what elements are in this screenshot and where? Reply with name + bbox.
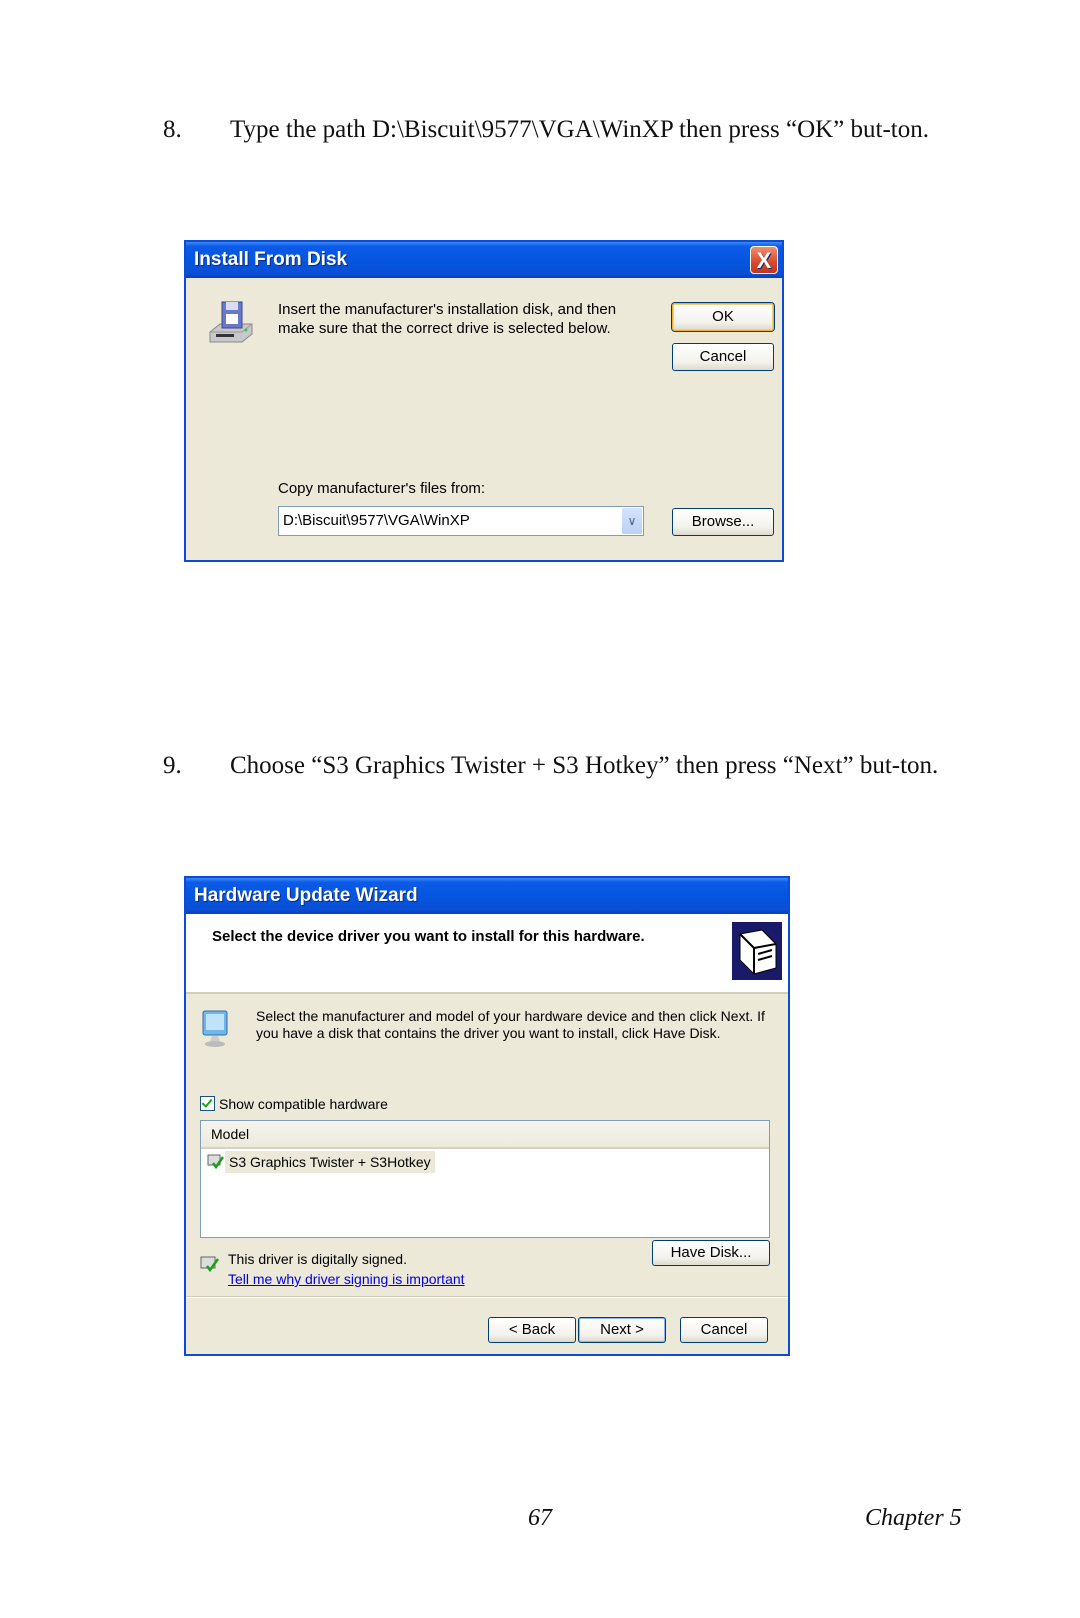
- model-list[interactable]: Model S3 Graphics Twister + S3Hotkey: [200, 1120, 770, 1238]
- step-number: 8.: [163, 116, 182, 143]
- cancel-button[interactable]: Cancel: [672, 343, 774, 371]
- path-value: D:\Biscuit\9577\VGA\WinXP: [283, 512, 470, 529]
- step-8: 8. Type the path D:\Biscuit\9577\VGA\Win…: [163, 114, 963, 146]
- dialog-title: Install From Disk: [194, 249, 348, 270]
- browse-button[interactable]: Browse...: [672, 508, 774, 536]
- step-text: Type the path D:\Biscuit\9577\VGA\WinXP …: [230, 116, 929, 143]
- checkbox-label: Show compatible hardware: [219, 1096, 388, 1112]
- install-from-disk-dialog: Install From Disk X Insert the manufactu…: [184, 240, 784, 562]
- step-number: 9.: [163, 752, 182, 779]
- cancel-button[interactable]: Cancel: [680, 1317, 768, 1343]
- floppy-drive-icon: [209, 301, 253, 343]
- title-bar[interactable]: Hardware Update Wizard: [186, 878, 788, 914]
- signed-status-text: This driver is digitally signed.: [228, 1251, 407, 1267]
- model-name: S3 Graphics Twister + S3Hotkey: [225, 1151, 435, 1173]
- back-button[interactable]: < Back: [488, 1317, 576, 1343]
- checkbox-checked-icon[interactable]: [200, 1096, 215, 1111]
- have-disk-button[interactable]: Have Disk...: [652, 1240, 770, 1266]
- show-compatible-checkbox[interactable]: Show compatible hardware: [200, 1096, 388, 1112]
- divider: [186, 1296, 788, 1298]
- column-header-model[interactable]: Model: [201, 1121, 769, 1149]
- signed-driver-icon: [200, 1256, 220, 1273]
- monitor-icon: [202, 1010, 228, 1047]
- chevron-down-icon[interactable]: ∨: [622, 508, 642, 534]
- instruction-text: Insert the manufacturer's installation d…: [278, 301, 617, 337]
- close-button[interactable]: X: [750, 246, 778, 274]
- dialog-title: Hardware Update Wizard: [194, 885, 418, 906]
- ok-button[interactable]: OK: [672, 303, 774, 331]
- step-text: Choose “S3 Graphics Twister + S3 Hotkey”…: [230, 752, 939, 779]
- next-button[interactable]: Next >: [578, 1317, 666, 1343]
- list-item[interactable]: S3 Graphics Twister + S3Hotkey: [201, 1151, 769, 1173]
- path-combobox[interactable]: D:\Biscuit\9577\VGA\WinXP ∨: [278, 506, 644, 536]
- hardware-update-wizard: Hardware Update Wizard Select the device…: [184, 876, 790, 1356]
- wizard-heading: Select the device driver you want to ins…: [212, 928, 645, 945]
- hardware-icon: [732, 922, 782, 980]
- driver-signing-link[interactable]: Tell me why driver signing is important: [228, 1271, 465, 1287]
- step-9: 9. Choose “S3 Graphics Twister + S3 Hotk…: [163, 750, 963, 782]
- title-bar[interactable]: Install From Disk X: [186, 242, 782, 278]
- chapter-label: Chapter 5: [865, 1505, 962, 1531]
- copy-files-label: Copy manufacturer's files from:: [278, 480, 486, 497]
- wizard-header: Select the device driver you want to ins…: [186, 914, 788, 994]
- signed-driver-icon: [207, 1154, 225, 1170]
- page-number: 67: [528, 1505, 552, 1531]
- wizard-description: Select the manufacturer and model of you…: [256, 1008, 765, 1041]
